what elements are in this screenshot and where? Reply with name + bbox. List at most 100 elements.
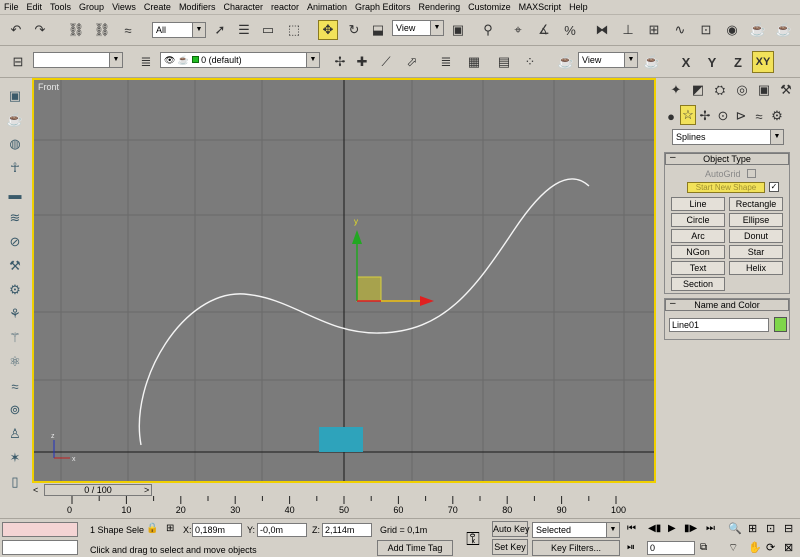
rectangle-button[interactable]: Rectangle: [729, 197, 783, 211]
time-prev-icon[interactable]: <: [33, 484, 38, 496]
track-bar[interactable]: 0 10 20 30 40 50 60 70 80 90 100: [40, 496, 660, 518]
box-icon[interactable]: ▣: [5, 86, 25, 106]
menu-edit[interactable]: Edit: [23, 0, 47, 15]
curve-editor-icon[interactable]: ∿: [670, 20, 690, 40]
select-by-name-icon[interactable]: ☰: [234, 20, 254, 40]
rotate-icon[interactable]: ↻: [344, 20, 364, 40]
render-scene-icon[interactable]: ☕: [748, 20, 768, 40]
utilities-tab-icon[interactable]: ⚒: [776, 80, 796, 100]
select-icon[interactable]: ➚: [210, 20, 230, 40]
material-icon[interactable]: ⁘: [520, 52, 540, 72]
front-viewport[interactable]: y z x Front: [32, 78, 656, 483]
maximize-viewport-icon[interactable]: ⊠: [784, 542, 793, 554]
ref-coord-dropdown[interactable]: View ▼: [392, 20, 444, 36]
select-layer-icon[interactable]: ⟋: [376, 52, 396, 72]
key-mode-dropdown[interactable]: Selected ▼: [532, 522, 620, 538]
menu-maxscript[interactable]: MAXScript: [515, 0, 566, 15]
maxscript-mini-field[interactable]: [2, 540, 78, 555]
named-selection-icon[interactable]: ⊟: [8, 52, 28, 72]
menu-help[interactable]: Help: [565, 0, 592, 15]
particle-icon[interactable]: ⚘: [5, 304, 25, 324]
menu-views[interactable]: Views: [108, 0, 140, 15]
lights-icon[interactable]: ✢: [698, 106, 712, 126]
align-icon[interactable]: ⊥: [618, 20, 638, 40]
time-next-icon[interactable]: >: [144, 484, 149, 496]
geometry-icon[interactable]: ●: [664, 106, 678, 126]
add-to-layer-icon[interactable]: ✢: [330, 52, 350, 72]
motion-tab-icon[interactable]: ◎: [732, 80, 752, 100]
helper-icon[interactable]: ⚚: [5, 328, 25, 348]
quick-render-icon[interactable]: ☕: [774, 20, 794, 40]
dope-sheet-icon[interactable]: ▤: [494, 52, 514, 72]
menu-customize[interactable]: Customize: [464, 0, 515, 15]
object-color-swatch[interactable]: [774, 317, 787, 332]
modifier-icon[interactable]: ⚙: [5, 280, 25, 300]
axis-y-button[interactable]: Y: [702, 52, 722, 72]
y-coordinate-field[interactable]: -0,0m: [257, 523, 307, 537]
viewport-label[interactable]: Front: [38, 82, 59, 92]
systems-icon[interactable]: ⚙: [770, 106, 784, 126]
new-layer-icon[interactable]: ✚: [352, 52, 372, 72]
helix-button[interactable]: Helix: [729, 261, 783, 275]
menu-animation[interactable]: Animation: [303, 0, 351, 15]
layer-manager2-icon[interactable]: ≣: [436, 52, 456, 72]
layer-manager-icon[interactable]: ⊞: [644, 20, 664, 40]
modify-tab-icon[interactable]: ◩: [688, 80, 708, 100]
selection-filter-dropdown[interactable]: All ▼: [152, 22, 206, 38]
axis-xy-button[interactable]: XY: [752, 51, 774, 73]
manipulate-icon[interactable]: ⚲: [478, 20, 498, 40]
zoom-extents-all-icon[interactable]: ⊟: [784, 523, 793, 535]
prev-frame-icon[interactable]: ◀▮: [648, 523, 661, 535]
auto-key-button[interactable]: Auto Key: [492, 521, 530, 537]
menu-reactor[interactable]: reactor: [267, 0, 303, 15]
rect-selection-icon[interactable]: ▭: [258, 20, 278, 40]
menu-rendering[interactable]: Rendering: [415, 0, 465, 15]
goto-start-icon[interactable]: ⏮: [627, 523, 636, 535]
absolute-mode-icon[interactable]: ⊞: [166, 523, 174, 535]
biped-icon[interactable]: ☥: [5, 158, 25, 178]
shapes-icon[interactable]: ☆: [680, 105, 696, 125]
render-icon[interactable]: ☕: [556, 52, 576, 72]
undo-icon[interactable]: ↶: [6, 20, 26, 40]
add-time-tag-button[interactable]: Add Time Tag: [377, 540, 453, 556]
unlink-icon[interactable]: ⛓: [92, 20, 112, 40]
field-of-view-icon[interactable]: ⌔: [728, 542, 738, 554]
material-editor-icon[interactable]: ◉: [722, 20, 742, 40]
category-dropdown[interactable]: Splines ▼: [672, 129, 784, 145]
transform-gizmo[interactable]: y: [352, 217, 434, 306]
wrench-icon[interactable]: ⚒: [5, 256, 25, 276]
star-button[interactable]: Star: [729, 245, 783, 259]
track-view-icon[interactable]: ▦: [464, 52, 484, 72]
named-selection-dropdown[interactable]: ▼: [33, 52, 123, 68]
window-crossing-icon[interactable]: ⬚: [284, 20, 304, 40]
axis-z-button[interactable]: Z: [728, 52, 748, 72]
layers-icon[interactable]: ≣: [136, 52, 156, 72]
ngon-button[interactable]: NGon: [671, 245, 725, 259]
x-coordinate-field[interactable]: 0,189m: [192, 523, 242, 537]
viewport-canvas[interactable]: y z x: [34, 80, 654, 481]
pivot-icon[interactable]: ▣: [448, 20, 468, 40]
autogrid-checkbox[interactable]: [747, 169, 756, 178]
bind-spacewarp-icon[interactable]: ≈: [118, 20, 138, 40]
angle-snap-icon[interactable]: ∡: [534, 20, 554, 40]
text-button[interactable]: Text: [671, 261, 725, 275]
arc-button[interactable]: Arc: [671, 229, 725, 243]
section-button[interactable]: Section: [671, 277, 725, 291]
zoom-icon[interactable]: 🔍: [728, 523, 742, 535]
object-name-field[interactable]: Line01: [669, 318, 769, 332]
spacewarp-icon[interactable]: ⚛: [5, 352, 25, 372]
figure-icon[interactable]: ♙: [5, 424, 25, 444]
key-filters-button[interactable]: Key Filters...: [532, 540, 620, 556]
gizmo-xy-plane[interactable]: [356, 276, 382, 302]
quick-render2-icon[interactable]: ☕: [642, 52, 662, 72]
menu-tools[interactable]: Tools: [46, 0, 75, 15]
menu-group[interactable]: Group: [75, 0, 108, 15]
key-mode-icon[interactable]: ⏯: [627, 542, 635, 554]
cylinder-icon[interactable]: ▯: [5, 472, 25, 492]
zoom-all-icon[interactable]: ⊞: [748, 523, 757, 535]
scale-icon[interactable]: ⬓: [368, 20, 388, 40]
set-layer-icon[interactable]: ⬀: [402, 52, 422, 72]
set-key-button[interactable]: Set Key: [492, 539, 528, 555]
mirror-icon[interactable]: ⧓: [592, 20, 612, 40]
current-frame-field[interactable]: 0: [647, 541, 695, 555]
